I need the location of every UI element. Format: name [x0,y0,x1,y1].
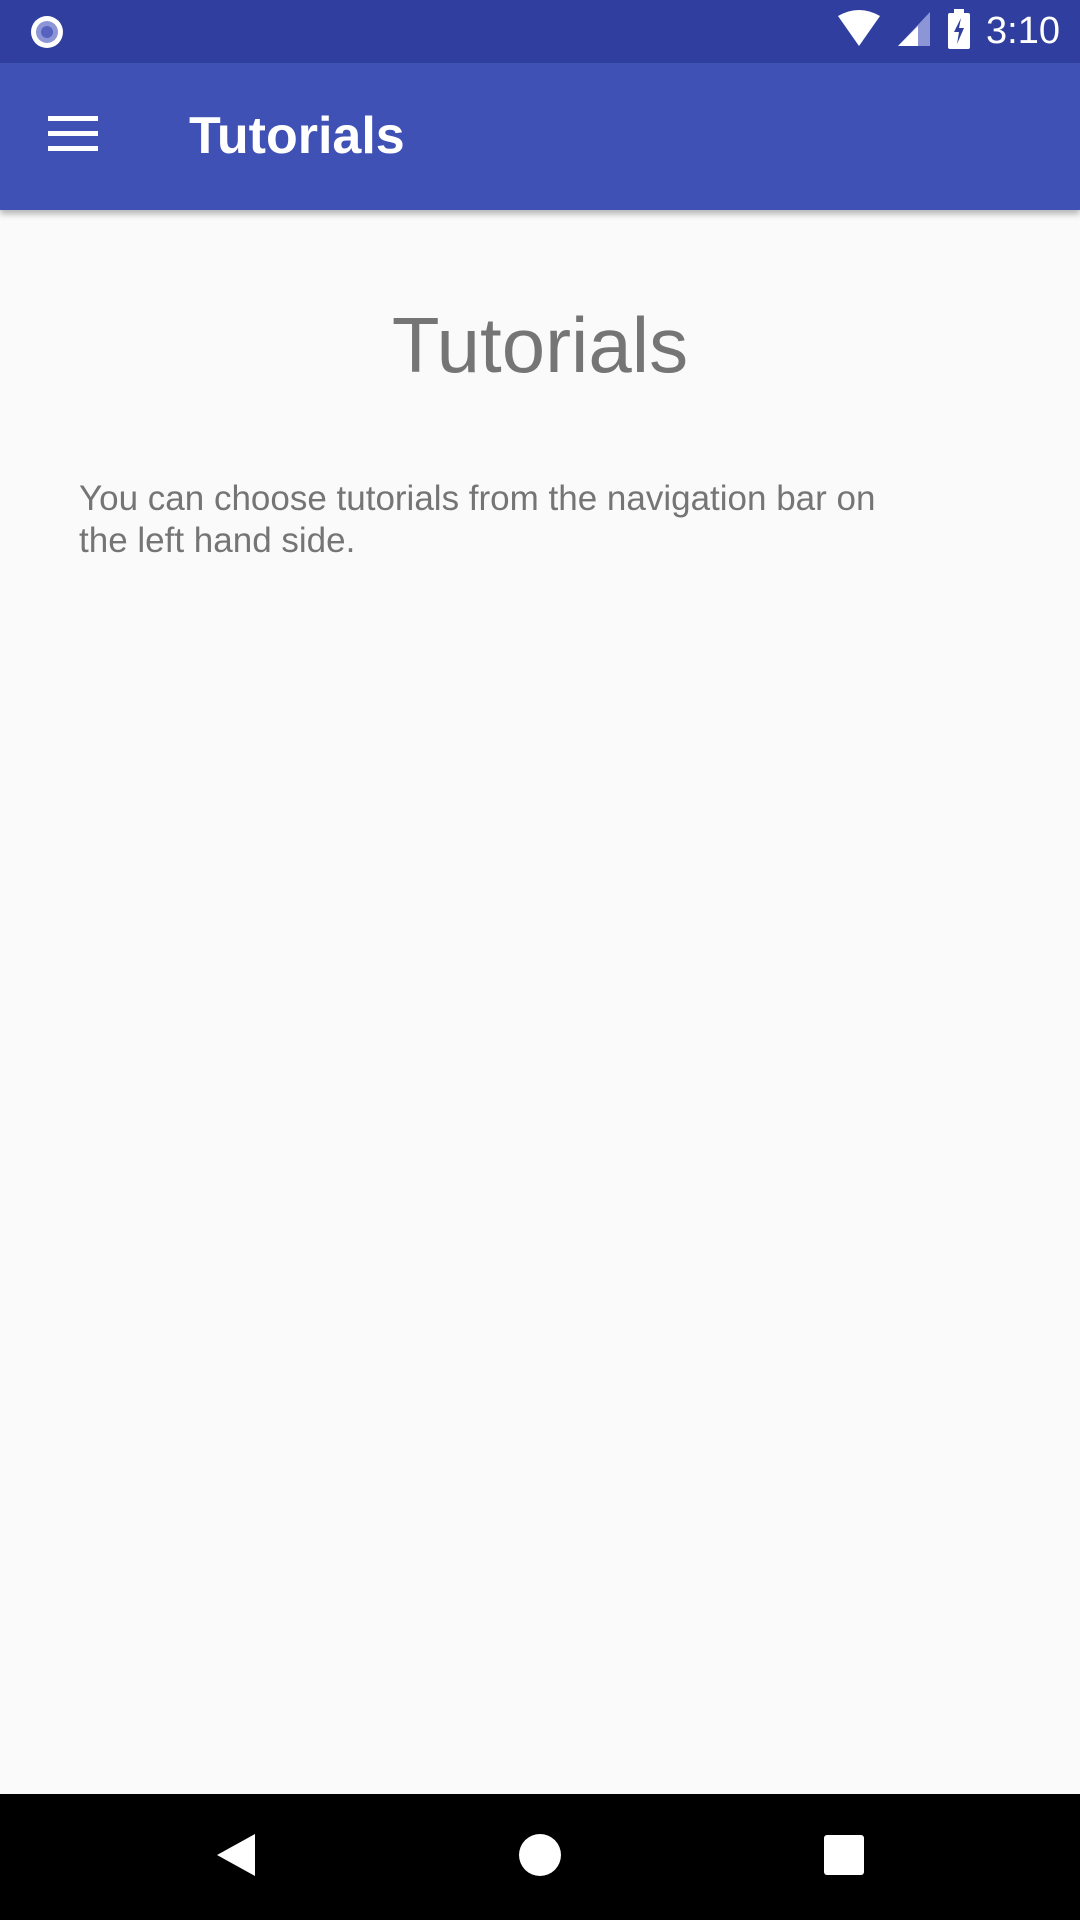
app-bar-title: Tutorials [189,107,405,165]
menu-icon [48,115,98,157]
status-time: 3:10 [986,10,1060,52]
battery-charging-icon [946,9,972,54]
back-icon [215,1832,257,1883]
wifi-icon [836,10,882,53]
main-content: Tutorials You can choose tutorials from … [0,210,1080,1794]
cell-signal-icon [896,10,932,53]
home-button[interactable] [500,1817,580,1897]
intro-text: You can choose tutorials from the naviga… [79,479,876,560]
recents-icon [824,1834,864,1880]
recents-button[interactable] [804,1817,884,1897]
menu-button[interactable] [28,91,118,181]
back-button[interactable] [196,1817,276,1897]
status-bar: 3:10 [0,0,1080,63]
home-icon [518,1833,562,1882]
system-nav-bar [0,1794,1080,1920]
status-icons: 3:10 [836,0,1060,63]
sync-circle-icon [28,13,66,51]
page-heading: Tutorials [391,301,689,389]
app-bar: Tutorials [0,63,1080,210]
